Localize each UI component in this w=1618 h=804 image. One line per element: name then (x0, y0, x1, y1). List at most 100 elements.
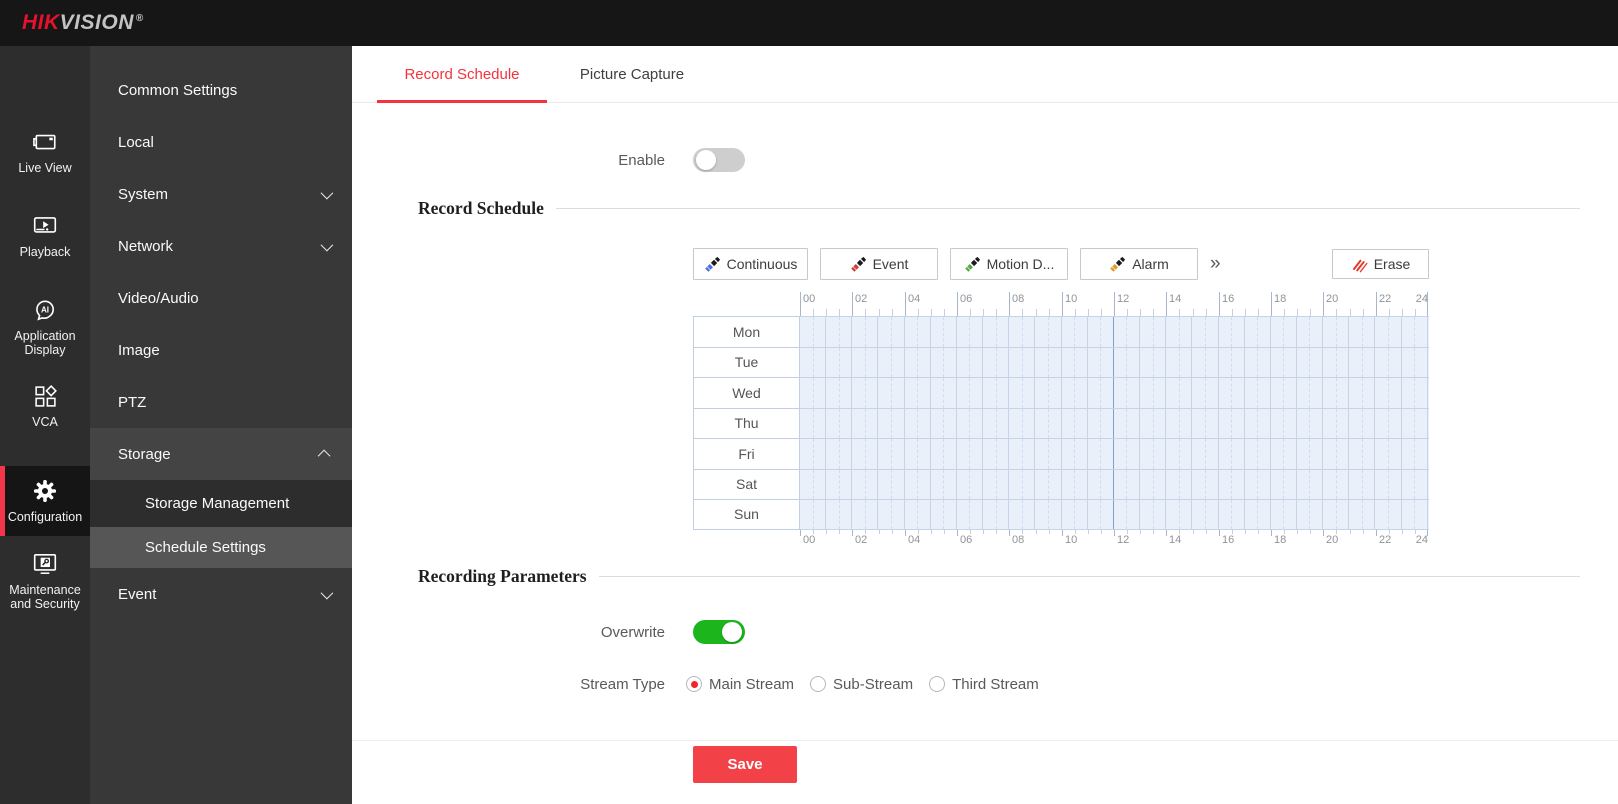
schedule-cell[interactable] (1088, 469, 1114, 499)
schedule-cell[interactable] (1271, 469, 1297, 499)
schedule-cell[interactable] (1062, 500, 1088, 529)
schedule-cell[interactable] (1402, 469, 1428, 499)
schedule-cell[interactable] (1323, 439, 1350, 469)
schedule-cell[interactable] (1192, 439, 1219, 469)
overwrite-toggle[interactable] (693, 620, 745, 644)
menu-item-common-settings[interactable]: Common Settings (90, 64, 352, 116)
schedule-cell[interactable] (1219, 347, 1245, 377)
schedule-cell[interactable] (1402, 317, 1428, 347)
schedule-cell[interactable] (878, 347, 905, 377)
schedule-cell[interactable] (1323, 500, 1350, 529)
save-button[interactable]: Save (693, 746, 797, 783)
schedule-cell[interactable] (1192, 378, 1219, 408)
schedule-cell[interactable] (1375, 317, 1402, 347)
schedule-cell[interactable] (1114, 378, 1141, 408)
schedule-cell[interactable] (1062, 469, 1088, 499)
schedule-cell[interactable] (1375, 439, 1402, 469)
menu-item-image[interactable]: Image (90, 324, 352, 376)
schedule-cell[interactable] (878, 408, 905, 438)
schedule-cell[interactable] (1323, 347, 1350, 377)
schedule-cell[interactable] (1140, 439, 1167, 469)
schedule-cell[interactable] (1114, 469, 1141, 499)
schedule-cell[interactable] (1062, 317, 1088, 347)
schedule-cell[interactable] (1375, 408, 1402, 438)
schedule-cell[interactable] (1088, 378, 1114, 408)
schedule-cell[interactable] (1114, 500, 1141, 529)
rail-item-maintenance-and-security[interactable]: Maintenance and Security (0, 550, 90, 612)
schedule-cell[interactable] (852, 347, 879, 377)
schedule-cell[interactable] (1140, 408, 1167, 438)
rail-item-live-view[interactable]: Live View (0, 128, 90, 175)
menu-item-network[interactable]: Network (90, 220, 352, 272)
menu-item-event[interactable]: Event (90, 568, 352, 620)
schedule-cell[interactable] (1297, 347, 1324, 377)
schedule-cell[interactable] (905, 408, 931, 438)
schedule-cell[interactable] (1219, 500, 1245, 529)
schedule-cell[interactable] (1297, 317, 1324, 347)
schedule-cell[interactable] (1297, 439, 1324, 469)
schedule-track[interactable] (800, 346, 1429, 377)
schedule-cell[interactable] (878, 317, 905, 347)
menu-item-schedule-settings[interactable]: Schedule Settings (90, 527, 352, 568)
schedule-cell[interactable] (1062, 408, 1088, 438)
schedule-cell[interactable] (1271, 439, 1297, 469)
schedule-cell[interactable] (1192, 469, 1219, 499)
schedule-cell[interactable] (1245, 317, 1271, 347)
schedule-cell[interactable] (826, 317, 853, 347)
schedule-cell[interactable] (905, 439, 931, 469)
schedule-cell[interactable] (1375, 378, 1402, 408)
erase-button[interactable]: Erase (1332, 249, 1429, 279)
schedule-cell[interactable] (1088, 317, 1114, 347)
schedule-cell[interactable] (931, 439, 957, 469)
schedule-cell[interactable] (852, 469, 879, 499)
schedule-cell[interactable] (852, 378, 879, 408)
schedule-cell[interactable] (1402, 408, 1428, 438)
radio-sub-stream[interactable]: Sub-Stream (810, 676, 913, 693)
schedule-cell[interactable] (983, 408, 1010, 438)
menu-item-video-audio[interactable]: Video/Audio (90, 272, 352, 324)
schedule-cell[interactable] (1192, 500, 1219, 529)
schedule-cell[interactable] (1088, 347, 1114, 377)
enable-toggle[interactable] (693, 148, 745, 172)
schedule-cell[interactable] (1349, 347, 1376, 377)
schedule-cell[interactable] (1114, 317, 1141, 347)
schedule-track[interactable] (800, 499, 1429, 530)
menu-item-storage[interactable]: Storage (90, 428, 352, 480)
schedule-cell[interactable] (1009, 469, 1036, 499)
schedule-cell[interactable] (1271, 317, 1297, 347)
schedule-cell[interactable] (931, 317, 957, 347)
schedule-cell[interactable] (800, 317, 827, 347)
schedule-cell[interactable] (1349, 439, 1376, 469)
schedule-cell[interactable] (800, 469, 827, 499)
schedule-cell[interactable] (1349, 469, 1376, 499)
schedule-cell[interactable] (1297, 378, 1324, 408)
schedule-cell[interactable] (931, 378, 957, 408)
schedule-cell[interactable] (1271, 408, 1297, 438)
schedule-cell[interactable] (1035, 378, 1062, 408)
schedule-cell[interactable] (1009, 378, 1036, 408)
schedule-cell[interactable] (1402, 347, 1428, 377)
schedule-cell[interactable] (852, 408, 879, 438)
schedule-cell[interactable] (983, 469, 1010, 499)
rail-item-vca[interactable]: VCA (0, 382, 90, 429)
menu-item-storage-management[interactable]: Storage Management (90, 480, 352, 527)
schedule-cell[interactable] (905, 378, 931, 408)
schedule-cell[interactable] (1323, 378, 1350, 408)
schedule-cell[interactable] (1402, 439, 1428, 469)
schedule-cell[interactable] (826, 500, 853, 529)
schedule-cell[interactable] (1140, 500, 1167, 529)
schedule-cell[interactable] (1245, 439, 1271, 469)
schedule-cell[interactable] (1166, 408, 1193, 438)
schedule-cell[interactable] (878, 378, 905, 408)
schedule-track[interactable] (800, 438, 1429, 469)
schedule-cell[interactable] (1323, 408, 1350, 438)
schedule-track[interactable] (800, 316, 1429, 347)
schedule-cell[interactable] (1088, 500, 1114, 529)
schedule-cell[interactable] (957, 500, 984, 529)
schedule-cell[interactable] (1140, 378, 1167, 408)
schedule-cell[interactable] (931, 347, 957, 377)
schedule-cell[interactable] (931, 500, 957, 529)
schedule-cell[interactable] (878, 439, 905, 469)
schedule-track[interactable] (800, 407, 1429, 438)
schedule-cell[interactable] (905, 469, 931, 499)
